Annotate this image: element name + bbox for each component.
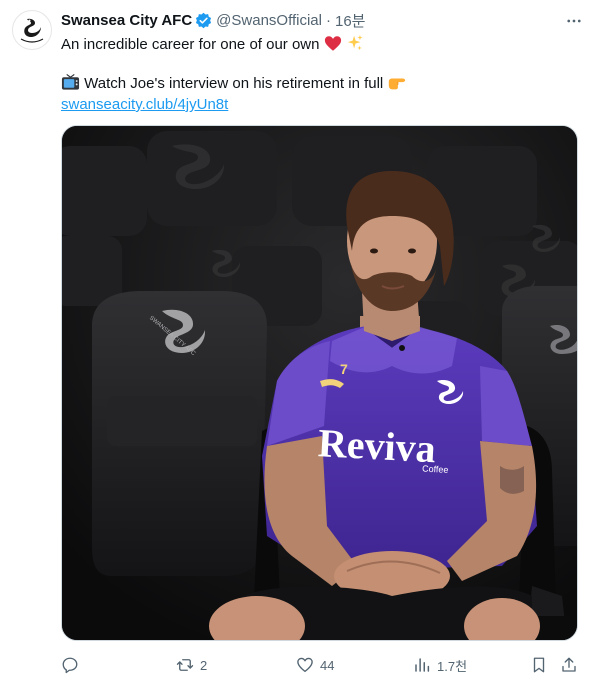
retweet-count: 2 [200, 657, 208, 673]
bookmark-button[interactable] [530, 654, 548, 676]
red-heart-icon [324, 36, 341, 51]
stadium-seat-left [92, 291, 267, 576]
reply-button[interactable] [61, 654, 85, 676]
verified-badge-icon [196, 12, 212, 28]
more-options-icon[interactable] [564, 11, 584, 31]
views-count: 1.7천 [437, 658, 468, 674]
separator-dot: · [325, 11, 331, 29]
tweet-link[interactable]: swanseacity.club/4jyUn8t [61, 96, 228, 113]
swan-logo-icon [20, 18, 44, 43]
tweet-header: Swansea City AFC @SwansOfficial · 16분 [61, 10, 365, 30]
heart-icon [297, 657, 313, 673]
tweet-text-line-1: An incredible career for one of our own [61, 34, 364, 55]
retweet-button[interactable]: 2 [176, 654, 207, 676]
tweet-text-1: An incredible career for one of our own [61, 36, 320, 53]
share-icon [562, 657, 576, 672]
bookmark-icon [533, 657, 545, 673]
like-count: 44 [320, 657, 335, 673]
tweet[interactable]: Swansea City AFC @SwansOfficial · 16분 An… [0, 0, 598, 686]
video-frame: 7 Reviva Coffee SWANSEA CITY AFC [62, 126, 577, 640]
timestamp[interactable]: 16분 [335, 10, 366, 31]
tweet-video[interactable]: 7 Reviva Coffee SWANSEA CITY AFC [61, 125, 578, 641]
like-button[interactable]: 44 [296, 654, 334, 676]
shirt-number: 7 [340, 361, 348, 377]
share-button[interactable] [560, 654, 578, 676]
sparkles-icon [347, 34, 363, 51]
tweet-text-line-2: Watch Joe's interview on his retirement … [61, 73, 407, 94]
tweet-text-2: Watch Joe's interview on his retirement … [84, 75, 384, 92]
reply-icon [62, 657, 78, 674]
author-handle[interactable]: @SwansOfficial [216, 12, 322, 29]
retweet-icon [176, 659, 194, 671]
television-icon [61, 73, 80, 90]
author-name[interactable]: Swansea City AFC [61, 12, 192, 29]
avatar[interactable] [12, 10, 52, 50]
tweet-actions: 2 44 1.7천 [61, 654, 582, 676]
views-chart-icon [415, 658, 430, 672]
shirt-sponsor-small: Coffee [422, 463, 449, 474]
views-button[interactable]: 1.7천 [413, 654, 467, 676]
tweet-link-line: swanseacity.club/4jyUn8t [61, 95, 228, 115]
pointing-right-icon [389, 78, 406, 90]
shirt-sponsor: Reviva [317, 420, 437, 471]
